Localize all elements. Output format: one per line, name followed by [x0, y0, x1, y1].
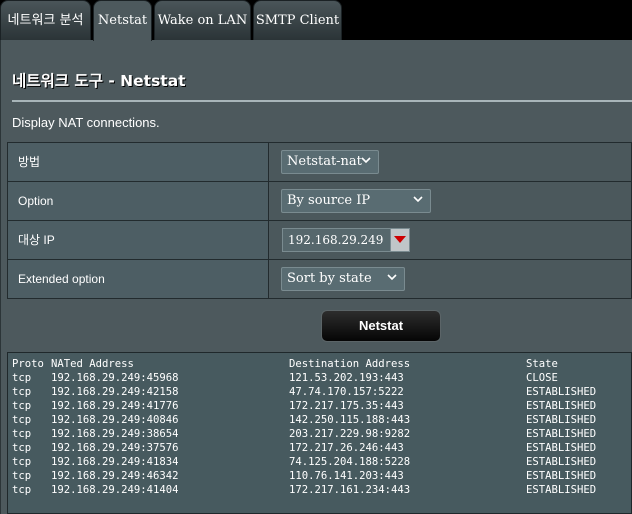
table-row: tcp 192.168.29.249:38654 203.217.229.98:92…	[12, 427, 631, 441]
cell-proto: tcp	[12, 484, 32, 496]
ip-dropdown-button[interactable]	[390, 229, 409, 251]
chevron-down-icon	[413, 190, 423, 212]
tab-bar: 네트워크 분석 Netstat Wake on LAN SMTP Client	[0, 0, 632, 41]
table-row: tcp 192.168.29.249:45968 121.53.202.193:44…	[12, 371, 631, 385]
tab-wake-on-lan[interactable]: Wake on LAN	[154, 0, 251, 40]
netstat-output[interactable]: Proto NATed Address Destination Address …	[7, 352, 632, 514]
form-bottom-border	[7, 298, 632, 299]
cell-proto: tcp	[12, 442, 32, 454]
cell-nated-address: 192.168.29.249:45968	[51, 372, 179, 384]
header-state: State	[526, 358, 558, 370]
cell-state: ESTABLISHED	[526, 456, 597, 468]
tab-netstat[interactable]: Netstat	[93, 0, 152, 41]
option-label: Option	[8, 182, 269, 220]
table-row: tcp 192.168.29.249:37576 172.217.26.246:44…	[12, 441, 631, 455]
cell-destination-address: 121.53.202.193:443	[289, 372, 404, 384]
triangle-down-icon	[394, 236, 406, 243]
cell-nated-address: 192.168.29.249:41776	[51, 400, 179, 412]
cell-proto: tcp	[12, 372, 32, 384]
target-ip-value: 192.168.29.249	[288, 233, 384, 247]
cell-destination-address: 172.217.26.246:443	[289, 442, 404, 454]
cell-nated-address: 192.168.29.249:42158	[51, 386, 179, 398]
cell-destination-address: 172.217.175.35:443	[289, 400, 404, 412]
method-label: 방법	[8, 143, 269, 181]
title-divider	[12, 100, 632, 102]
extended-option-row: Extended option Sort by state	[7, 259, 632, 298]
target-ip-label: 대상 IP	[8, 221, 269, 259]
cell-nated-address: 192.168.29.249:46342	[51, 470, 179, 482]
table-row: tcp 192.168.29.249:41834 74.125.204.188:52…	[12, 455, 631, 469]
extended-option-label: Extended option	[8, 260, 269, 298]
cell-state: ESTABLISHED	[526, 428, 597, 440]
table-row: tcp 192.168.29.249:46342 110.76.141.203:44…	[12, 469, 631, 483]
option-row: Option By source IP	[7, 181, 632, 220]
cell-state: CLOSE	[526, 372, 558, 384]
cell-state: ESTABLISHED	[526, 470, 597, 482]
cell-nated-address: 192.168.29.249:40846	[51, 414, 179, 426]
header-nated-address: NATed Address	[51, 358, 134, 370]
cell-nated-address: 192.168.29.249:41404	[51, 484, 179, 496]
table-row: tcp 192.168.29.249:41404 172.217.161.234:4…	[12, 483, 631, 497]
target-ip-input[interactable]: 192.168.29.249	[282, 228, 410, 252]
cell-nated-address: 192.168.29.249:41834	[51, 456, 179, 468]
page-description: Display NAT connections.	[12, 115, 160, 130]
cell-destination-address: 203.217.229.98:9282	[289, 428, 411, 440]
table-row: tcp 192.168.29.249:41776 172.217.175.35:44…	[12, 399, 631, 413]
page-title: 네트워크 도구 - Netstat	[12, 72, 186, 90]
cell-proto: tcp	[12, 414, 32, 426]
extended-option-value: Sort by state	[287, 271, 372, 286]
header-destination-address: Destination Address	[289, 358, 411, 370]
target-ip-row: 대상 IP 192.168.29.249	[7, 220, 632, 259]
cell-state: ESTABLISHED	[526, 386, 597, 398]
tab-network-analysis[interactable]: 네트워크 분석	[0, 0, 91, 40]
cell-state: ESTABLISHED	[526, 442, 597, 454]
chevron-down-icon	[361, 151, 371, 173]
cell-proto: tcp	[12, 400, 32, 412]
option-select[interactable]: By source IP	[281, 189, 431, 213]
option-select-value: By source IP	[287, 193, 371, 208]
chevron-down-icon	[387, 268, 397, 290]
extended-option-select[interactable]: Sort by state	[281, 267, 405, 291]
cell-state: ESTABLISHED	[526, 414, 597, 426]
cell-proto: tcp	[12, 386, 32, 398]
cell-destination-address: 74.125.204.188:5228	[289, 456, 411, 468]
method-select[interactable]: Netstat-nat	[281, 150, 379, 174]
output-header-row: Proto NATed Address Destination Address …	[12, 357, 631, 371]
cell-destination-address: 142.250.115.188:443	[289, 414, 411, 426]
method-row: 방법 Netstat-nat	[7, 142, 632, 181]
cell-destination-address: 172.217.161.234:443	[289, 484, 411, 496]
netstat-run-button[interactable]: Netstat	[321, 310, 441, 342]
cell-nated-address: 192.168.29.249:38654	[51, 428, 179, 440]
cell-state: ESTABLISHED	[526, 400, 597, 412]
cell-destination-address: 47.74.170.157:5222	[289, 386, 404, 398]
method-select-value: Netstat-nat	[287, 154, 362, 169]
table-row: tcp 192.168.29.249:40846 142.250.115.188:4…	[12, 413, 631, 427]
cell-destination-address: 110.76.141.203:443	[289, 470, 404, 482]
tab-smtp-client[interactable]: SMTP Client	[253, 0, 342, 40]
cell-proto: tcp	[12, 470, 32, 482]
table-row: tcp 192.168.29.249:42158 47.74.170.157:522…	[12, 385, 631, 399]
cell-nated-address: 192.168.29.249:37576	[51, 442, 179, 454]
cell-proto: tcp	[12, 428, 32, 440]
cell-state: ESTABLISHED	[526, 484, 597, 496]
header-proto: Proto	[12, 358, 44, 370]
cell-proto: tcp	[12, 456, 32, 468]
